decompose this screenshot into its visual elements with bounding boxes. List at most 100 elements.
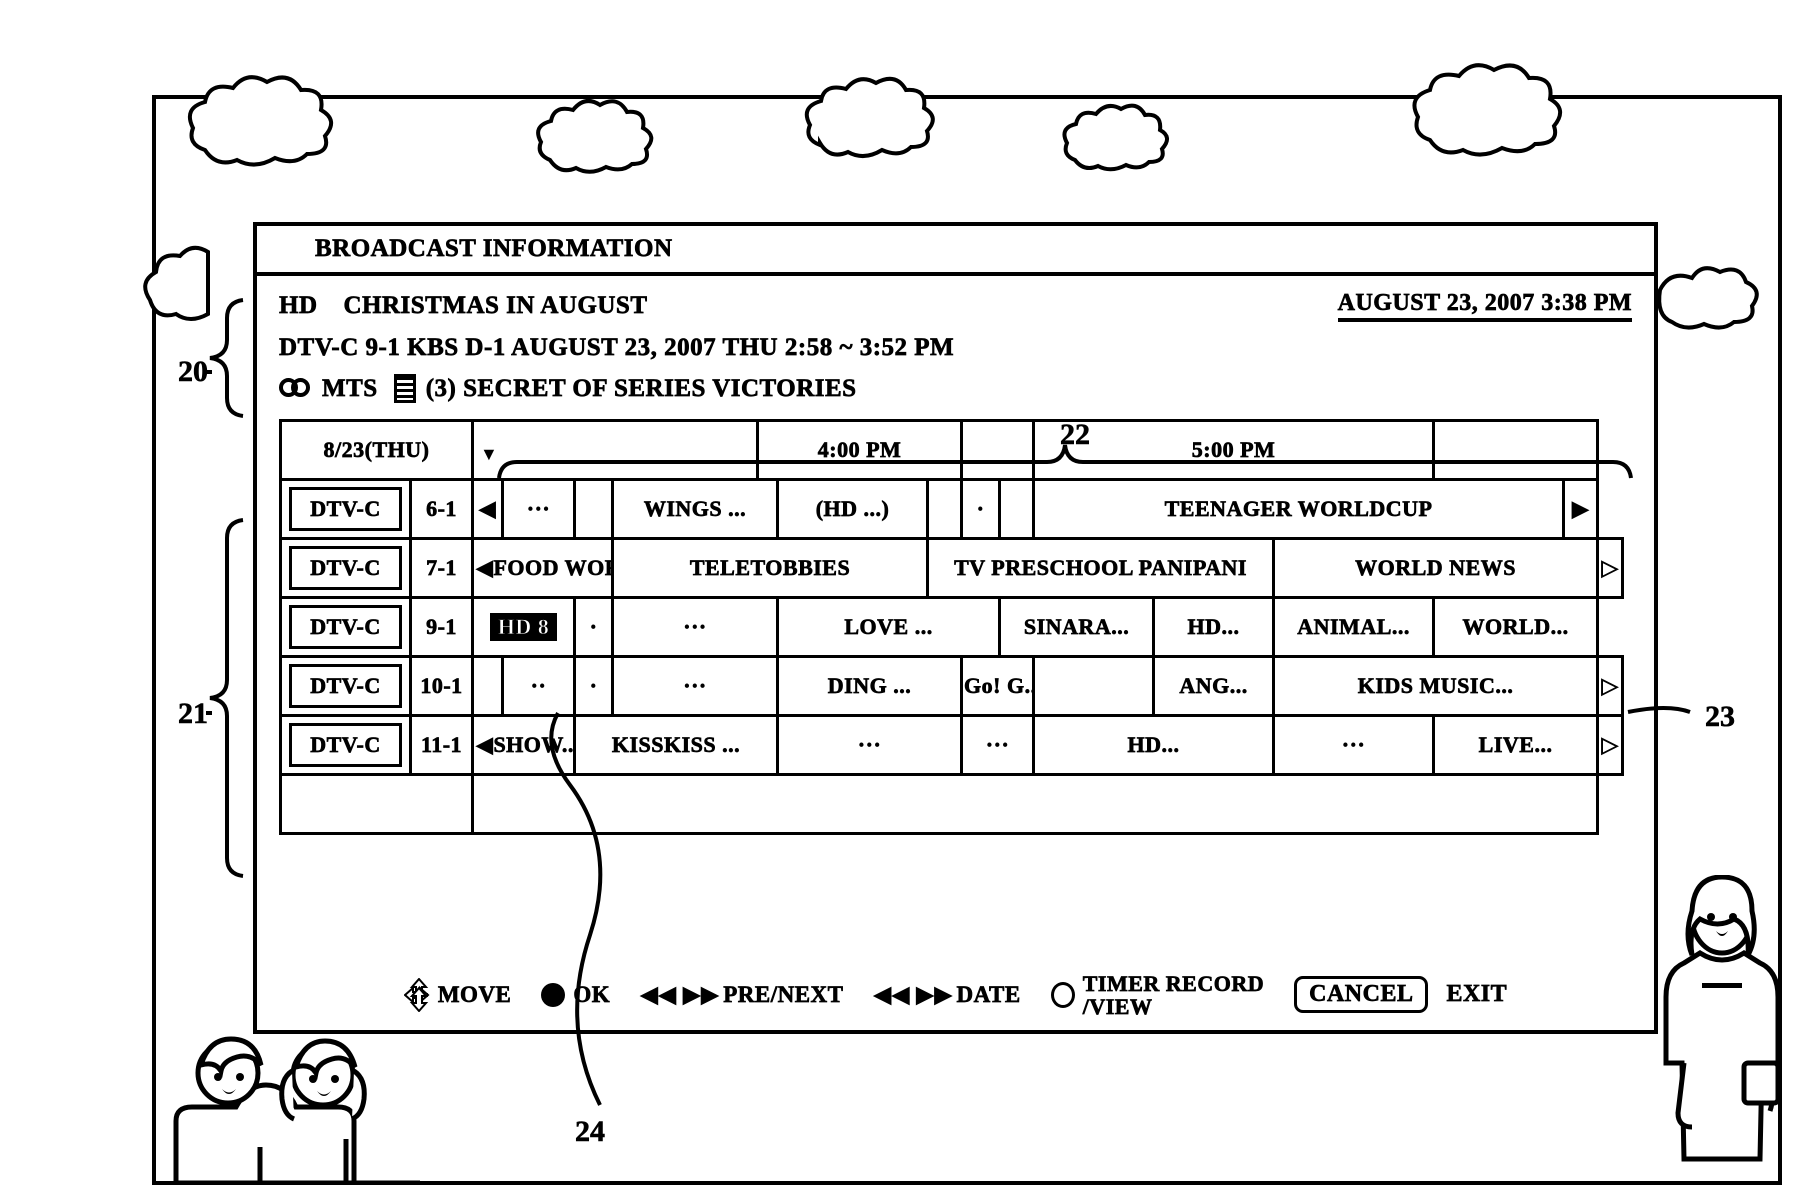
- reference-numeral-23: 23: [1705, 700, 1736, 734]
- program-cell[interactable]: TV PRESCHOOL PANIPANI: [926, 537, 1276, 599]
- program-cell[interactable]: LOVE ...: [776, 596, 1002, 658]
- program-cell[interactable]: HD...: [1152, 596, 1276, 658]
- closed-caption-icon: [393, 374, 416, 403]
- channel-source-button[interactable]: DTV-C: [279, 537, 412, 599]
- program-cell[interactable]: ◀FOOD WORLD: [471, 537, 615, 599]
- reference-numeral-22: 22: [1060, 418, 1091, 452]
- program-cell[interactable]: ···: [1272, 714, 1436, 776]
- prenext-arrows-icon: ◀◀ ▶▶: [640, 982, 720, 1008]
- program-cell[interactable]: ◀SHOW...: [471, 714, 577, 776]
- program-cell[interactable]: ANIMAL...: [1272, 596, 1436, 658]
- channel-schedule-line: DTV-C 9-1 KBS D-1 AUGUST 23, 2007 THU 2:…: [279, 334, 955, 362]
- scroll-right-arrow-icon[interactable]: ▷: [1596, 655, 1624, 717]
- table-row: DTV-C 9-1 HD 8 · ··· LOVE ... SINARA... …: [279, 596, 1623, 658]
- program-cell[interactable]: SINARA...: [998, 596, 1156, 658]
- program-cell[interactable]: ·: [573, 655, 615, 717]
- channel-number: 11-1: [408, 714, 475, 776]
- scroll-left-arrow-icon[interactable]: ◀: [471, 478, 505, 540]
- reference-numeral-24: 24: [575, 1115, 606, 1149]
- scroll-left-arrow-icon[interactable]: ◀: [476, 732, 494, 758]
- info-line-channel: DTV-C 9-1 KBS D-1 AUGUST 23, 2007 THU 2:…: [279, 334, 1632, 362]
- cancel-button[interactable]: CANCEL: [1294, 976, 1429, 1014]
- program-cell[interactable]: ···: [776, 714, 964, 776]
- program-label: FOOD WORLD: [493, 555, 609, 581]
- program-cell[interactable]: ···: [611, 596, 780, 658]
- channel-source-button[interactable]: DTV-C: [279, 714, 412, 776]
- program-cell[interactable]: TEENAGER WORLDCUP: [1032, 478, 1566, 540]
- circle-button-icon: [1050, 981, 1075, 1008]
- table-row: DTV-C 10-1 ·· · ··· DING ... Go! G... AN…: [279, 655, 1624, 717]
- move-hint[interactable]: MOVE: [403, 977, 512, 1012]
- program-cell[interactable]: ··: [501, 655, 577, 717]
- osd-title-bar: BROADCAST INFORMATION: [257, 226, 1654, 276]
- program-cell[interactable]: TELETOBBIES: [611, 537, 930, 599]
- table-row: DTV-C 6-1 ◀ ··· WINGS ... (HD ...) · TEE…: [279, 478, 1623, 540]
- program-cell[interactable]: Go! G...: [960, 655, 1036, 717]
- date-hint[interactable]: ◀◀ ▶▶ DATE: [873, 981, 1021, 1008]
- channel-source-label: DTV-C: [289, 723, 402, 767]
- channel-source-label: DTV-C: [289, 664, 402, 708]
- time-slot-1: 4:00 PM: [756, 419, 964, 481]
- program-cell[interactable]: (HD ...): [776, 478, 930, 540]
- episode-line: (3) SECRET OF SERIES VICTORIES: [425, 374, 857, 402]
- osd-panel: BROADCAST INFORMATION HD CHRISTMAS IN AU…: [253, 222, 1658, 1034]
- day-label: 8/23(THU): [278, 419, 475, 481]
- program-cell-gap[interactable]: [573, 478, 615, 540]
- timer-record-line1: TIMER RECORD: [1082, 970, 1265, 996]
- program-title: CHRISTMAS IN AUGUST: [343, 292, 648, 320]
- children-illustration: [173, 1036, 420, 1185]
- channel-source-button[interactable]: DTV-C: [279, 655, 412, 717]
- channel-source-button[interactable]: DTV-C: [279, 596, 412, 658]
- table-row: DTV-C 11-1 ◀SHOW... KISSKISS ... ··· ···…: [279, 714, 1624, 776]
- current-time-marker: ▼: [480, 444, 498, 464]
- mts-label: MTS: [322, 374, 378, 402]
- program-cell[interactable]: ···: [611, 655, 780, 717]
- ok-hint[interactable]: OK: [541, 982, 610, 1008]
- table-row: DTV-C 7-1 ◀FOOD WORLD TELETOBBIES TV PRE…: [279, 537, 1624, 599]
- table-row-empty: [278, 773, 1623, 835]
- channel-number: 6-1: [408, 478, 475, 540]
- exit-button[interactable]: EXIT: [1446, 981, 1507, 1008]
- program-cell-gap[interactable]: [926, 478, 964, 540]
- program-cell[interactable]: ···: [501, 478, 577, 540]
- program-cell[interactable]: ···: [960, 714, 1036, 776]
- timer-record-line2: /VIEW: [1082, 993, 1153, 1019]
- program-cell-gap[interactable]: [471, 655, 505, 717]
- time-header-row: 8/23(THU) ▼ 4:00 PM 5:00 PM: [278, 419, 1623, 481]
- scroll-right-arrow-icon[interactable]: ▷: [1596, 714, 1624, 776]
- program-cell[interactable]: ·: [573, 596, 615, 658]
- program-cell-gap[interactable]: [998, 478, 1036, 540]
- hd-badge: HD: [279, 292, 318, 320]
- program-cell-gap[interactable]: [1032, 655, 1156, 717]
- scroll-right-arrow-icon[interactable]: ▶: [1562, 478, 1600, 540]
- program-cell[interactable]: DING ...: [776, 655, 964, 717]
- selected-program-cell[interactable]: HD 8: [471, 596, 577, 658]
- program-cell[interactable]: HD...: [1032, 714, 1276, 776]
- scroll-left-arrow-icon[interactable]: ◀: [476, 555, 494, 581]
- program-cell[interactable]: WORLD NEWS: [1272, 537, 1600, 599]
- reference-numeral-21: 21: [178, 697, 209, 731]
- scroll-right-arrow-icon[interactable]: ▷: [1596, 537, 1624, 599]
- program-label: SHOW...: [493, 732, 575, 758]
- program-cell[interactable]: WORLD...: [1432, 596, 1600, 658]
- prenext-hint[interactable]: ◀◀ ▶▶ PRE/NEXT: [640, 981, 844, 1008]
- program-cell[interactable]: KISSKISS ...: [573, 714, 780, 776]
- epg-grid-wrapper: 8/23(THU) ▼ 4:00 PM 5:00 PM DTV-C 6-1 ◀ …: [257, 419, 1654, 835]
- program-cell[interactable]: LIVE...: [1432, 714, 1600, 776]
- timer-record-hint[interactable]: TIMER RECORD /VIEW: [1050, 970, 1265, 1019]
- channel-source-button[interactable]: DTV-C: [279, 478, 412, 540]
- date-arrows-icon: ◀◀ ▶▶: [873, 982, 953, 1008]
- time-slot-4: [1432, 419, 1600, 481]
- program-cell[interactable]: ANG...: [1152, 655, 1276, 717]
- page-title: BROADCAST INFORMATION: [315, 235, 673, 263]
- info-line-audio: MTS (3) SECRET OF SERIES VICTORIES: [279, 374, 1632, 403]
- date-label: DATE: [956, 981, 1021, 1008]
- program-cell[interactable]: KIDS MUSIC...: [1272, 655, 1600, 717]
- channel-number: 10-1: [408, 655, 475, 717]
- program-cell[interactable]: WINGS ...: [611, 478, 780, 540]
- channel-source-label: DTV-C: [289, 605, 402, 649]
- prenext-label: PRE/NEXT: [723, 981, 844, 1008]
- channel-number: 7-1: [408, 537, 475, 599]
- epg-grid: 8/23(THU) ▼ 4:00 PM 5:00 PM DTV-C 6-1 ◀ …: [278, 419, 1624, 835]
- program-cell[interactable]: ·: [960, 478, 1002, 540]
